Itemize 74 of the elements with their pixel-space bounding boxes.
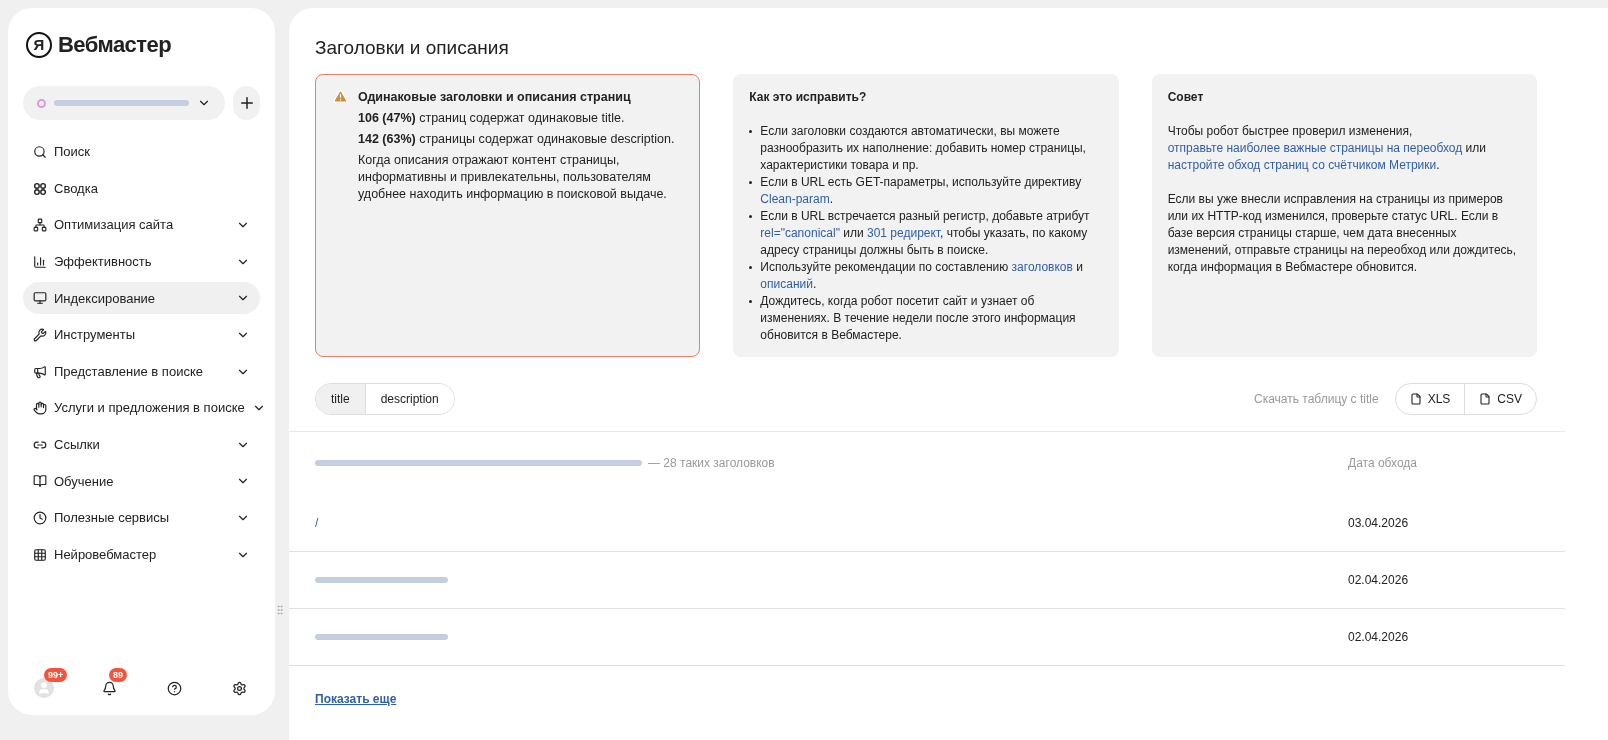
bullet-icon — [749, 266, 753, 269]
page-title: Заголовки и описания — [315, 36, 510, 60]
notification-badge: 89 — [109, 668, 127, 682]
warning-text: Когда описания отражают контент страницы, информативны и привлекательны, пользователям удобнее находить информацию в поисковой выдаче. — [358, 152, 668, 203]
bullet-icon — [749, 181, 753, 184]
bell-icon[interactable] — [101, 680, 117, 696]
warning-text: 106 (47%) страниц содержат одинаковые title. — [358, 110, 626, 127]
table-cell-text: 03.04.2026 — [1348, 514, 1410, 532]
download-button[interactable]: CSV — [1464, 384, 1536, 414]
text-link[interactable]: отправьте наиболее важные страницы на переобход — [1167, 141, 1463, 155]
list-item-text: Если заголовки создаются автоматически, вы можете разнообразить их наполнение: добавить номер страницы, характеристики товара и пр. — [760, 123, 1087, 174]
bullet-icon — [749, 130, 753, 133]
nav-item[interactable]: Представление в поиске — [23, 355, 260, 388]
list-item-text: Используйте рекомендации по составлению заголовков и описаний. — [760, 259, 1084, 293]
download-button[interactable]: XLS — [1395, 384, 1465, 414]
book-icon — [33, 474, 47, 489]
tab[interactable]: description — [364, 384, 454, 414]
grid-icon — [33, 181, 47, 196]
nav-item[interactable]: Обучение — [23, 465, 260, 498]
bar-chart-icon — [33, 254, 47, 269]
nav-item[interactable]: Услуги и предложения в поиске — [23, 392, 260, 425]
add-site-button[interactable] — [233, 86, 260, 120]
file-icon — [1409, 393, 1422, 405]
hierarchy-icon — [33, 218, 47, 233]
file-icon — [1479, 393, 1492, 405]
warning-icon — [333, 89, 348, 104]
monitor-icon — [33, 291, 47, 306]
tab[interactable]: title — [316, 384, 365, 414]
settings-icon[interactable] — [231, 680, 247, 696]
clock-icon — [33, 510, 47, 525]
avatar-icon[interactable] — [34, 678, 54, 698]
bullet-icon — [749, 215, 753, 218]
logo-text: Вебмастер — [58, 31, 172, 59]
nav-item[interactable]: Полезные сервисы — [23, 501, 260, 534]
nav-item[interactable]: Поиск — [23, 136, 260, 168]
wrench-icon — [33, 327, 47, 342]
list-item-text: Дождитесь, когда робот посетит сайт и узнает об изменениях. В течение недели после этого информация обновится в Вебмастере. — [760, 293, 1077, 344]
help-icon[interactable] — [166, 680, 182, 696]
url-link[interactable]: / — [315, 513, 319, 532]
list-item-text: Если в URL есть GET-параметры, используйте директиву Clean-param. — [760, 174, 1083, 208]
nav-item[interactable]: Эффективность — [23, 245, 260, 278]
download-label: Скачать таблицу с title — [1254, 391, 1379, 408]
text-link[interactable]: Clean-param — [760, 192, 830, 206]
logo-icon: Я — [26, 31, 52, 58]
card-title: Как это исправить? — [749, 89, 868, 106]
table-cell-text: 02.04.2026 — [1348, 629, 1410, 646]
megaphone-icon — [33, 364, 47, 379]
grid-icon — [33, 547, 47, 562]
warning-text: 142 (63%) страницы содержат одинаковые description. — [358, 131, 676, 148]
text-link[interactable]: описаний — [760, 277, 813, 291]
text-link[interactable]: заголовков — [1011, 260, 1073, 274]
nav-item[interactable]: Оптимизация сайта — [23, 209, 260, 242]
tip-paragraph: Чтобы робот быстрее проверил изменения, отправьте наиболее важные страницы на переобход или настройте обход страниц со счётчиком Метрики. — [1167, 123, 1487, 174]
notification-badge: 99+ — [44, 668, 68, 682]
nav-item[interactable]: Нейровебмастер — [23, 538, 260, 571]
favicon-icon — [37, 98, 46, 108]
show-more-link[interactable]: Показать еще — [315, 692, 397, 706]
nav-item[interactable]: Индексирование — [23, 282, 260, 315]
text-link[interactable]: 301 редирект — [867, 226, 941, 240]
warning-title: Одинаковые заголовки и описания страниц — [358, 89, 632, 106]
table-cell-text: 02.04.2026 — [1348, 572, 1410, 589]
nav-item[interactable]: Ссылки — [23, 428, 260, 461]
column-header: Дата обхода — [1348, 455, 1418, 472]
group-count: — 28 таких заголовков — [648, 455, 775, 472]
bullet-icon — [749, 300, 753, 303]
tip-paragraph: Если вы уже внесли исправления на страницы из примеров или их HTTP-код изменился, проверьте статус URL. Если в базе версия страницы старше, чем дата внесенных изменений, отправьте страницы на переобход или дождитесь, когда информация в Вебмастере обновится. — [1167, 191, 1518, 276]
card-title: Совет — [1167, 89, 1205, 106]
list-item-text: Если в URL встречается разный регистр, добавьте атрибут rel="canonical" или 301 редирект, чтобы указать, по какому адресу страницы должны быть в поиске. — [760, 208, 1091, 259]
search-icon — [33, 145, 47, 159]
hand-icon — [33, 401, 47, 416]
drag-handle-icon[interactable] — [274, 603, 286, 617]
nav-item[interactable]: Инструменты — [23, 318, 260, 351]
nav-item[interactable]: Сводка — [23, 172, 260, 205]
text-link[interactable]: rel="canonical" — [760, 226, 840, 240]
